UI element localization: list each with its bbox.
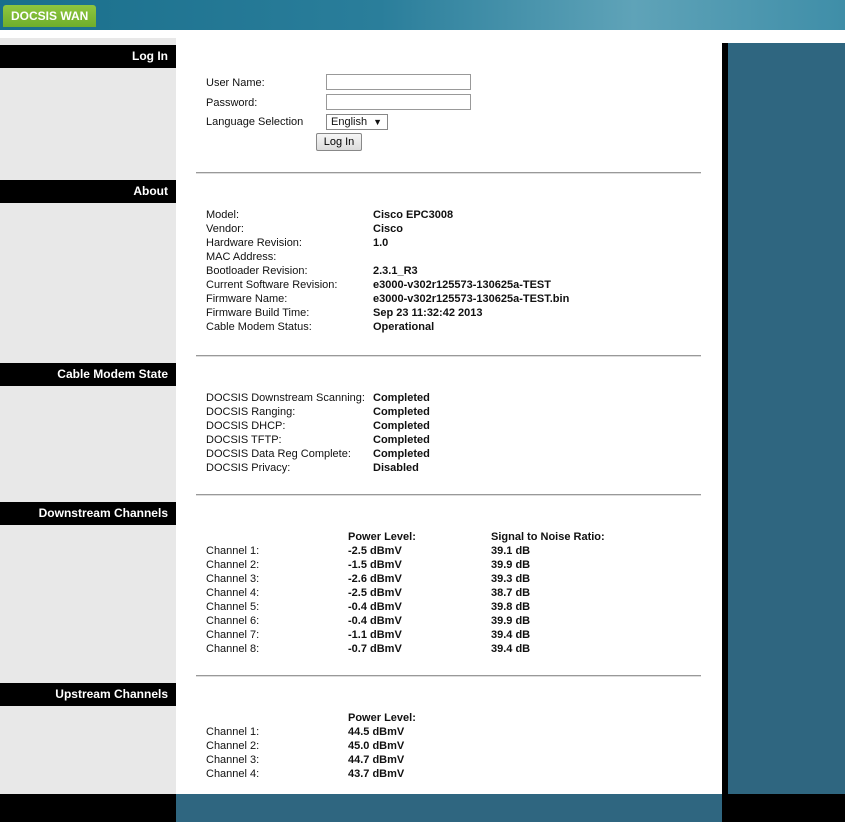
downstream-power-value: -0.7 dBmV [348, 643, 402, 655]
downstream-power-value: -2.6 dBmV [348, 573, 402, 585]
dropdown-arrow-icon: ▼ [373, 117, 382, 127]
downstream-channel-label: Channel 8: [206, 643, 260, 655]
state-value: Completed [373, 406, 430, 418]
downstream-power-value: -1.5 dBmV [348, 559, 402, 571]
username-input[interactable] [326, 74, 471, 90]
header-divider [0, 30, 845, 38]
state-value: Completed [373, 434, 430, 446]
downstream-power-value: -2.5 dBmV [348, 587, 402, 599]
downstream-power-value: -0.4 dBmV [348, 601, 402, 613]
downstream-snr-header: Signal to Noise Ratio: [491, 531, 605, 543]
about-value: e3000-v302r125573-130625a-TEST.bin [373, 293, 570, 305]
about-label: Firmware Build Time: [206, 307, 310, 319]
downstream-power-value: -1.1 dBmV [348, 629, 402, 641]
upstream-channel-label: Channel 1: [206, 726, 260, 738]
about-label: Current Software Revision: [206, 279, 338, 291]
about-label: Hardware Revision: [206, 237, 302, 249]
state-label: DOCSIS Data Reg Complete: [206, 448, 351, 460]
divider [196, 355, 701, 357]
about-value: Cisco EPC3008 [373, 209, 454, 221]
downstream-snr-value: 38.7 dB [491, 587, 531, 599]
downstream-power-value: -0.4 dBmV [348, 615, 402, 627]
downstream-channel-label: Channel 6: [206, 615, 260, 627]
downstream-snr-value: 39.9 dB [491, 559, 531, 571]
state-label: DOCSIS DHCP: [206, 420, 286, 432]
footer-right [722, 794, 845, 822]
downstream-snr-value: 39.4 dB [491, 643, 531, 655]
upstream-power-value: 44.7 dBmV [348, 754, 405, 766]
about-label: Cable Modem Status: [206, 321, 312, 333]
section-header-upstream: Upstream Channels [0, 683, 176, 706]
upstream-channel-label: Channel 3: [206, 754, 260, 766]
about-value: e3000-v302r125573-130625a-TEST [373, 279, 551, 291]
downstream-channel-label: Channel 7: [206, 629, 260, 641]
downstream-power-header: Power Level: [348, 531, 416, 543]
state-label: DOCSIS TFTP: [206, 434, 282, 446]
downstream-snr-value: 39.3 dB [491, 573, 531, 585]
upstream-channel-label: Channel 2: [206, 740, 260, 752]
state-value: Completed [373, 420, 430, 432]
upstream-power-header: Power Level: [348, 712, 416, 724]
username-label: User Name: [206, 77, 265, 89]
state-value: Completed [373, 392, 430, 404]
downstream-channel-label: Channel 4: [206, 587, 260, 599]
sidebar [0, 38, 176, 794]
downstream-channel-label: Channel 5: [206, 601, 260, 613]
downstream-power-value: -2.5 dBmV [348, 545, 402, 557]
downstream-channel-label: Channel 1: [206, 545, 260, 557]
upstream-power-value: 43.7 dBmV [348, 768, 405, 780]
about-value: Cisco [373, 223, 403, 235]
section-header-login: Log In [0, 45, 176, 68]
about-value: 2.3.1_R3 [373, 265, 418, 277]
downstream-channel-label: Channel 3: [206, 573, 260, 585]
tab-docsis-wan[interactable]: DOCSIS WAN [3, 5, 97, 27]
footer [176, 794, 722, 822]
state-label: DOCSIS Privacy: [206, 462, 291, 474]
section-header-cable-modem-state: Cable Modem State [0, 363, 176, 386]
state-label: DOCSIS Ranging: [206, 406, 296, 418]
about-label: Bootloader Revision: [206, 265, 308, 277]
language-select[interactable]: English ▼ [326, 114, 388, 130]
divider [196, 675, 701, 677]
about-value: 1.0 [373, 237, 389, 249]
upstream-channel-label: Channel 4: [206, 768, 260, 780]
panel-shadow [722, 43, 728, 794]
language-label: Language Selection [206, 116, 304, 128]
about-label: Firmware Name: [206, 293, 288, 305]
language-selected-value: English [331, 116, 368, 128]
upstream-power-value: 45.0 dBmV [348, 740, 405, 752]
password-input[interactable] [326, 94, 471, 110]
downstream-snr-value: 39.8 dB [491, 601, 531, 613]
upstream-power-value: 44.5 dBmV [348, 726, 405, 738]
downstream-snr-value: 39.4 dB [491, 629, 531, 641]
divider [196, 494, 701, 496]
about-value: Sep 23 11:32:42 2013 [373, 307, 483, 319]
state-label: DOCSIS Downstream Scanning: [206, 392, 365, 404]
downstream-channel-label: Channel 2: [206, 559, 260, 571]
section-header-about: About [0, 180, 176, 203]
header-divider-right [722, 38, 845, 43]
footer-left [0, 794, 176, 822]
section-header-downstream: Downstream Channels [0, 502, 176, 525]
divider [196, 172, 701, 174]
login-button[interactable]: Log In [316, 133, 362, 151]
state-value: Disabled [373, 462, 419, 474]
state-value: Completed [373, 448, 430, 460]
about-label: Model: [206, 209, 240, 221]
about-value: Operational [373, 321, 435, 333]
about-label: MAC Address: [206, 251, 277, 263]
downstream-snr-value: 39.9 dB [491, 615, 531, 627]
downstream-snr-value: 39.1 dB [491, 545, 531, 557]
password-label: Password: [206, 97, 258, 109]
top-banner: DOCSIS WAN [0, 0, 845, 30]
about-label: Vendor: [206, 223, 244, 235]
